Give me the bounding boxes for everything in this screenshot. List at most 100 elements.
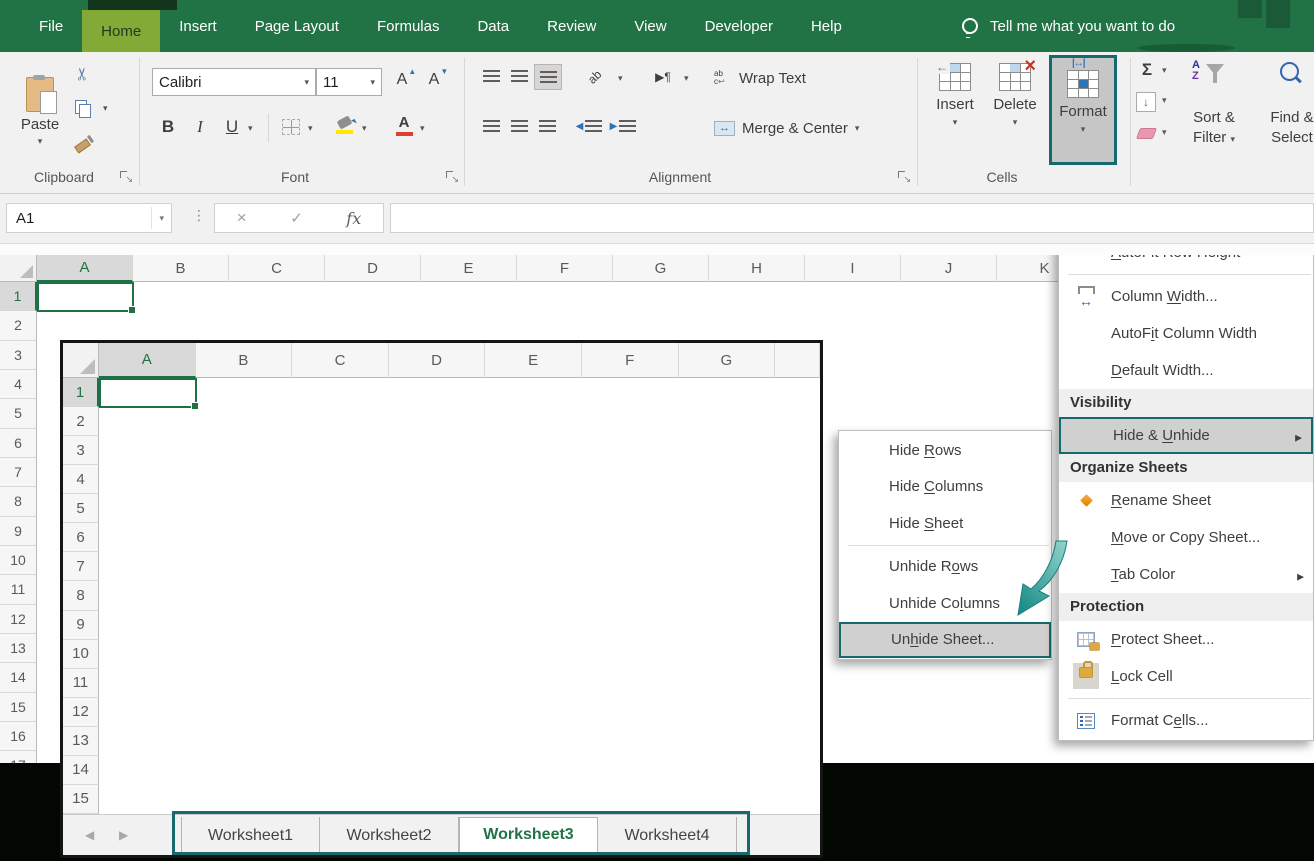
format-painter-button[interactable]: [70, 132, 96, 154]
alignment-dialog-launcher-icon[interactable]: [898, 171, 909, 182]
format-menu-item-autofit-column-width[interactable]: AutoFit Column Width: [1059, 315, 1313, 352]
tell-me-box[interactable]: Tell me what you want to do: [962, 0, 1175, 52]
row-header-12[interactable]: 12: [0, 605, 37, 634]
format-menu-item-column-width[interactable]: Column Width...: [1059, 278, 1313, 315]
fill-color-dropdown-icon[interactable]: ▾: [362, 124, 367, 133]
row-header-17[interactable]: 17: [0, 751, 37, 763]
find-select-button[interactable]: Find & Select: [1262, 108, 1314, 148]
formula-input[interactable]: [390, 203, 1314, 233]
underline-dropdown-icon[interactable]: ▾: [248, 124, 253, 133]
row-header-14[interactable]: 14: [0, 663, 37, 692]
format-menu-item-hide-unhide[interactable]: Hide & Unhide: [1059, 417, 1313, 454]
row-header-16[interactable]: 16: [0, 722, 37, 751]
top-align-button[interactable]: [478, 64, 504, 88]
column-header-C[interactable]: C: [229, 255, 325, 282]
row-header-7[interactable]: 7: [0, 458, 37, 487]
font-color-button[interactable]: A: [392, 112, 416, 140]
menu-tab-home[interactable]: Home: [82, 10, 160, 52]
fill-button[interactable]: ↓: [1136, 92, 1156, 112]
column-header-H[interactable]: H: [709, 255, 805, 282]
row-header-15[interactable]: 15: [0, 693, 37, 722]
fill-color-button[interactable]: [332, 112, 356, 140]
menu-tab-formulas[interactable]: Formulas: [358, 0, 459, 52]
cancel-button[interactable]: ×: [237, 208, 247, 228]
row-header-8[interactable]: 8: [0, 487, 37, 516]
insert-cells-button[interactable]: Insert ▾: [926, 55, 984, 165]
column-header-A[interactable]: A: [37, 255, 133, 282]
column-header-E[interactable]: E: [421, 255, 517, 282]
font-name-select[interactable]: Calibri ▾: [152, 68, 316, 96]
orientation-button[interactable]: [580, 64, 610, 90]
format-cells-menu-button[interactable]: Format ▾: [1049, 55, 1117, 165]
format-menu-item-protect-sheet[interactable]: Protect Sheet...: [1059, 621, 1313, 658]
increase-indent-button[interactable]: ▶: [608, 114, 638, 138]
format-menu-item-default-width[interactable]: Default Width...: [1059, 352, 1313, 389]
column-header-B[interactable]: B: [133, 255, 229, 282]
autosum-button[interactable]: Σ: [1136, 60, 1158, 80]
menu-tab-data[interactable]: Data: [458, 0, 528, 52]
borders-button[interactable]: [280, 116, 302, 138]
font-dialog-launcher-icon[interactable]: [446, 171, 457, 182]
column-header-F[interactable]: F: [517, 255, 613, 282]
row-header-2[interactable]: 2: [0, 311, 37, 340]
column-header-G[interactable]: G: [613, 255, 709, 282]
row-header-11[interactable]: 11: [0, 575, 37, 604]
cut-button[interactable]: ✂: [71, 61, 95, 87]
format-menu-item-rename-sheet[interactable]: Rename Sheet: [1059, 482, 1313, 519]
sort-filter-button[interactable]: Sort & Filter ▾: [1186, 108, 1242, 148]
selected-cell-A1[interactable]: [37, 282, 134, 312]
name-box-dropdown-icon[interactable]: ▾: [152, 214, 171, 223]
bold-button[interactable]: B: [156, 114, 180, 140]
grow-font-button[interactable]: A▲: [388, 66, 416, 94]
middle-align-button[interactable]: [506, 64, 532, 88]
menu-tab-help[interactable]: Help: [792, 0, 861, 52]
row-header-4[interactable]: 4: [0, 370, 37, 399]
formula-bar-grip-icon[interactable]: ⋮: [192, 207, 206, 224]
borders-dropdown-icon[interactable]: ▾: [308, 124, 313, 133]
menu-tab-developer[interactable]: Developer: [686, 0, 792, 52]
menu-tab-review[interactable]: Review: [528, 0, 615, 52]
hide-submenu-item-hide-columns[interactable]: Hide Columns: [839, 469, 1051, 506]
font-size-select[interactable]: 11 ▾: [316, 68, 382, 96]
clipboard-dialog-launcher-icon[interactable]: [120, 171, 131, 182]
orientation-dropdown-icon[interactable]: ▾: [618, 74, 623, 83]
underline-button[interactable]: U: [220, 114, 244, 140]
name-box[interactable]: A1 ▾: [6, 203, 172, 233]
italic-button[interactable]: I: [188, 114, 212, 140]
hide-submenu-item-hide-sheet[interactable]: Hide Sheet: [839, 505, 1051, 542]
autosum-dropdown-icon[interactable]: ▾: [1162, 66, 1167, 75]
format-menu-item-lock-cell[interactable]: Lock Cell: [1059, 658, 1313, 695]
insert-function-button[interactable]: fx: [346, 209, 361, 228]
row-header-9[interactable]: 9: [0, 517, 37, 546]
delete-cells-button[interactable]: Delete ▾: [986, 55, 1044, 165]
merge-center-button[interactable]: ↔ Merge & Center ▾: [714, 114, 859, 142]
copy-dropdown-icon[interactable]: ▾: [103, 104, 108, 113]
row-header-13[interactable]: 13: [0, 634, 37, 663]
paste-button[interactable]: Paste ▾: [12, 60, 68, 162]
menu-tab-view[interactable]: View: [615, 0, 685, 52]
menu-tab-page-layout[interactable]: Page Layout: [236, 0, 358, 52]
column-header-J[interactable]: J: [901, 255, 997, 282]
menu-tab-file[interactable]: File: [20, 0, 82, 52]
text-direction-button[interactable]: ▶¶: [648, 64, 678, 90]
menu-tab-insert[interactable]: Insert: [160, 0, 236, 52]
format-menu-item-format-cells[interactable]: Format Cells...: [1059, 702, 1313, 739]
row-header-5[interactable]: 5: [0, 399, 37, 428]
wrap-text-button[interactable]: abc↩ Wrap Text: [714, 64, 806, 92]
align-left-button[interactable]: [478, 114, 504, 138]
bottom-align-button[interactable]: [534, 64, 562, 90]
hide-submenu-item-unhide-sheet[interactable]: Unhide Sheet...: [839, 622, 1051, 659]
font-color-dropdown-icon[interactable]: ▾: [420, 124, 425, 133]
select-all-corner[interactable]: [0, 255, 37, 282]
text-direction-dropdown-icon[interactable]: ▾: [684, 74, 689, 83]
align-center-button[interactable]: [506, 114, 532, 138]
copy-button[interactable]: [72, 98, 92, 118]
shrink-font-button[interactable]: A▼: [420, 66, 448, 94]
column-header-I[interactable]: I: [805, 255, 901, 282]
hide-submenu-item-hide-rows[interactable]: Hide Rows: [839, 432, 1051, 469]
enter-button[interactable]: ✓: [290, 209, 303, 227]
row-header-6[interactable]: 6: [0, 429, 37, 458]
clear-dropdown-icon[interactable]: ▾: [1162, 128, 1167, 137]
format-menu-item-tab-color[interactable]: Tab Color: [1059, 556, 1313, 593]
row-header-1[interactable]: 1: [0, 282, 37, 311]
